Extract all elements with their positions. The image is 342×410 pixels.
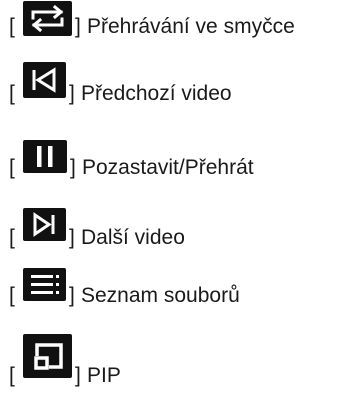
legend-item-label: Další video xyxy=(81,226,185,249)
open-bracket: [ xyxy=(9,15,15,38)
close-bracket: ] xyxy=(75,15,81,38)
open-bracket: [ xyxy=(9,226,15,249)
pause-play-icon xyxy=(23,140,67,173)
next-video-icon xyxy=(23,208,66,241)
legend-item-label: Seznam souborů xyxy=(81,284,240,307)
open-bracket: [ xyxy=(9,364,15,387)
pip-icon xyxy=(23,334,72,378)
close-bracket: ] xyxy=(70,156,76,179)
legend-item-label: Přehrávání ve smyčce xyxy=(87,15,295,38)
close-bracket: ] xyxy=(69,284,75,307)
legend-item-label: Předchozí video xyxy=(81,82,232,105)
close-bracket: ] xyxy=(69,226,75,249)
file-list-icon xyxy=(23,268,66,301)
legend-item-label: PIP xyxy=(87,364,121,387)
open-bracket: [ xyxy=(9,82,15,105)
close-bracket: ] xyxy=(69,82,75,105)
legend-item-label: Pozastavit/Přehrát xyxy=(82,156,254,179)
open-bracket: [ xyxy=(9,284,15,307)
loop-icon xyxy=(23,1,72,36)
open-bracket: [ xyxy=(9,156,15,179)
close-bracket: ] xyxy=(75,364,81,387)
previous-video-icon xyxy=(23,62,66,98)
